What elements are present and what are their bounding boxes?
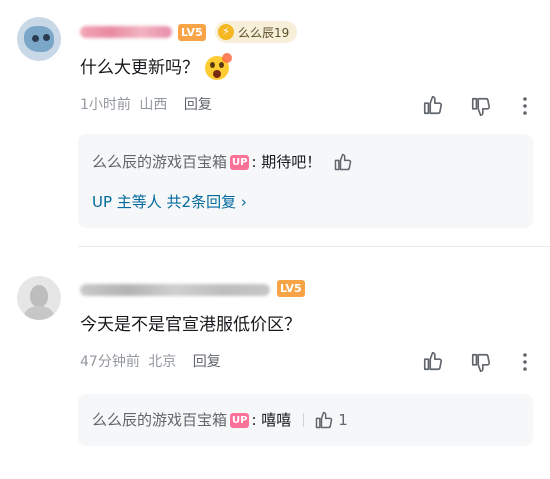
thumbs-down-icon[interactable] xyxy=(470,96,492,118)
level-badge: LV5 xyxy=(277,280,305,297)
lightning-icon: ⚡ xyxy=(218,24,234,40)
sub-reply[interactable]: 么么辰的游戏百宝箱 UP : 期待吧！ xyxy=(92,152,353,172)
sub-reply-text: : 嘻嘻 xyxy=(251,411,292,429)
like-count: 1 xyxy=(338,411,348,429)
sub-reply-author[interactable]: 么么辰的游戏百宝箱 xyxy=(92,410,227,430)
medal-label: 么么辰19 xyxy=(238,25,290,40)
comment-text: 什么大更新吗？ xyxy=(80,58,199,78)
location: 北京 xyxy=(148,354,177,370)
avatar[interactable] xyxy=(17,17,61,61)
reply-button[interactable]: 回复 xyxy=(193,354,221,370)
separator xyxy=(303,413,305,427)
comment-meta: 1小时前 山西 回复 xyxy=(80,96,212,114)
thumbs-up-icon[interactable] xyxy=(422,350,444,372)
sub-reply-author[interactable]: 么么辰的游戏百宝箱 xyxy=(92,152,227,172)
thumbs-down-icon[interactable] xyxy=(470,352,492,374)
comment-content: 什么大更新吗？ xyxy=(80,53,232,80)
more-vertical-icon[interactable] xyxy=(518,96,532,116)
surprised-emoji-icon xyxy=(205,53,232,80)
sub-replies-box: 么么辰的游戏百宝箱 UP : 嘻嘻 1 xyxy=(78,394,533,446)
thumbs-up-icon[interactable] xyxy=(314,410,334,430)
fan-medal[interactable]: ⚡ 么么辰19 xyxy=(215,21,298,43)
comment-meta: 47分钟前 北京 回复 xyxy=(80,353,221,371)
reply-button[interactable]: 回复 xyxy=(184,97,212,113)
username-blurred[interactable] xyxy=(80,284,270,296)
thumbs-up-icon[interactable] xyxy=(333,152,353,172)
level-badge: LV5 xyxy=(178,24,206,41)
timestamp: 47分钟前 xyxy=(80,354,140,370)
view-more-replies-link[interactable]: UP 主等人 共2条回复 › xyxy=(92,192,247,212)
divider xyxy=(78,246,550,247)
up-badge: UP xyxy=(230,154,250,170)
comment-text: 今天是不是官宣港服低价区？ xyxy=(80,315,301,335)
sub-replies-box: 么么辰的游戏百宝箱 UP : 期待吧！ UP 主等人 共2条回复 › xyxy=(78,134,533,228)
more-vertical-icon[interactable] xyxy=(518,352,532,372)
timestamp: 1小时前 xyxy=(80,97,131,113)
thumbs-up-icon[interactable] xyxy=(422,94,444,116)
avatar[interactable] xyxy=(17,276,61,320)
up-badge: UP xyxy=(230,412,250,428)
username-blurred[interactable] xyxy=(80,26,172,38)
sub-reply-text: : 期待吧！ xyxy=(251,153,322,171)
sub-reply[interactable]: 么么辰的游戏百宝箱 UP : 嘻嘻 1 xyxy=(92,410,348,430)
location: 山西 xyxy=(139,97,168,113)
